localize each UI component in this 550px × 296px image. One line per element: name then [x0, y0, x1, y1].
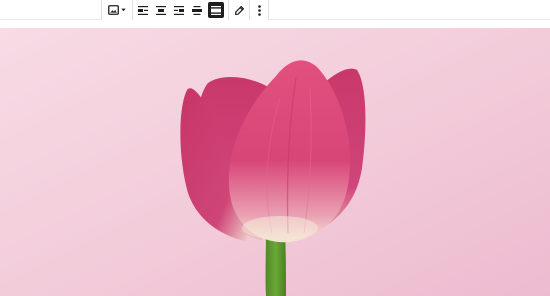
align-wide-button[interactable] — [188, 0, 206, 20]
more-vertical-icon — [257, 4, 261, 16]
align-full-width-icon — [211, 5, 221, 15]
more-options-button[interactable] — [250, 0, 268, 20]
align-right-button[interactable] — [170, 0, 188, 20]
active-indicator — [208, 2, 224, 18]
toolbar-separator — [132, 0, 133, 20]
block-toolbar — [101, 0, 269, 20]
align-left-button[interactable] — [134, 0, 152, 20]
toolbar-strip — [0, 0, 550, 20]
align-center-button[interactable] — [152, 0, 170, 20]
tulip-image — [0, 28, 550, 296]
toolbar-separator — [228, 0, 229, 20]
align-wide-icon — [192, 5, 202, 15]
align-center-icon — [156, 5, 166, 15]
align-right-icon — [174, 5, 184, 15]
editor-canvas — [0, 0, 550, 296]
image-block-switcher-button[interactable] — [104, 0, 130, 20]
align-left-icon — [138, 5, 148, 15]
image-block[interactable] — [0, 28, 550, 296]
pencil-icon — [234, 5, 244, 15]
align-full-width-button[interactable] — [206, 0, 226, 20]
chevron-down-icon — [121, 8, 126, 12]
image-icon — [108, 5, 119, 15]
edit-image-button[interactable] — [230, 0, 248, 20]
